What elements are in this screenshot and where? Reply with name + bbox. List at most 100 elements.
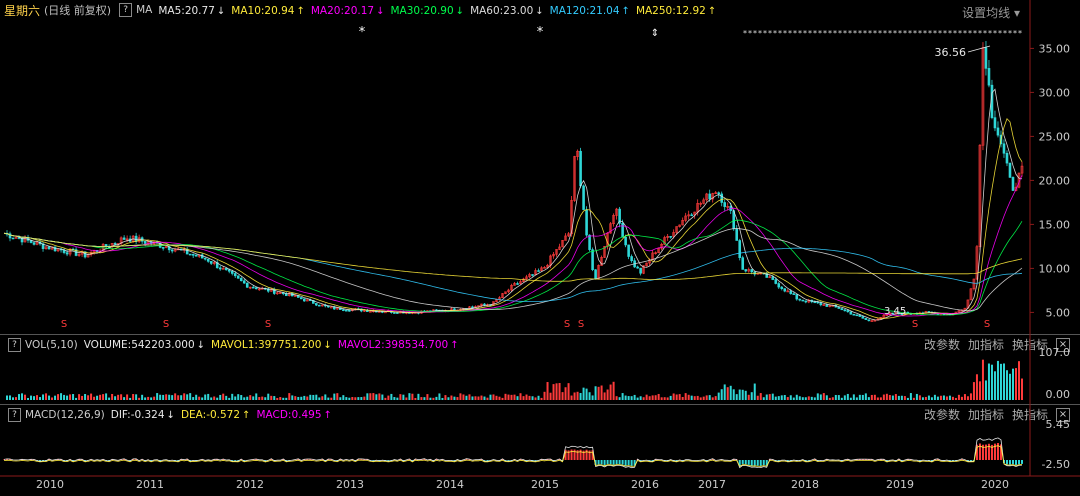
event-marker-strip: * xyxy=(868,29,872,38)
volume-bar xyxy=(723,384,726,400)
volume-bar xyxy=(324,394,327,400)
volume-bar xyxy=(693,396,696,400)
event-marker-strip: * xyxy=(918,29,922,38)
volume-bar xyxy=(369,393,372,400)
date-label-2019: 2019 xyxy=(886,478,914,491)
volume-bar xyxy=(438,393,441,400)
volume-bar xyxy=(891,395,894,400)
event-marker-strip: * xyxy=(873,29,877,38)
volume-bar xyxy=(33,396,36,400)
volume-bar xyxy=(636,397,639,400)
volume-bar xyxy=(105,393,108,400)
volume-bar xyxy=(966,396,969,400)
volume-bar xyxy=(885,393,888,400)
volume-bar xyxy=(738,389,741,400)
volume-bar xyxy=(828,397,831,400)
volume-bar xyxy=(522,396,525,400)
candle-body xyxy=(738,240,742,258)
volume-bar xyxy=(429,397,432,400)
volume-bar xyxy=(57,394,60,400)
ma10-line xyxy=(3,117,1023,319)
event-marker-strip: * xyxy=(833,29,837,38)
min-price-label: 3.45 xyxy=(884,306,906,317)
volume-bar xyxy=(720,389,723,400)
volume-bar xyxy=(414,397,417,400)
macd-bar xyxy=(630,460,633,466)
event-marker-strip: * xyxy=(943,29,947,38)
volume-bar xyxy=(687,394,690,400)
candle-body xyxy=(224,268,228,271)
volume-bar xyxy=(960,396,963,400)
event-marker-strip: * xyxy=(753,29,757,38)
event-marker-strip: * xyxy=(763,29,767,38)
volume-bar xyxy=(657,393,660,400)
volume-bar xyxy=(372,393,375,400)
volume-bar xyxy=(219,394,222,400)
volume-bar xyxy=(732,389,735,400)
volume-bar xyxy=(177,395,180,400)
event-marker-strip: * xyxy=(968,29,972,38)
candle-body xyxy=(218,267,222,270)
candle-body xyxy=(516,283,519,285)
event-marker-strip: * xyxy=(1008,29,1012,38)
volume-bar xyxy=(984,380,987,400)
volume-bar xyxy=(591,395,594,400)
volume-bar xyxy=(735,394,738,400)
volume-bar xyxy=(987,363,990,400)
volume-bar xyxy=(780,395,783,400)
candle-body xyxy=(627,244,630,257)
candle-body xyxy=(333,306,336,310)
volume-bar xyxy=(411,393,414,400)
candle-body xyxy=(777,283,781,288)
event-marker-strip: * xyxy=(1013,29,1017,38)
volume-bar xyxy=(498,396,501,400)
candle-body xyxy=(996,127,1000,136)
event-marker-strip: * xyxy=(903,29,907,38)
volume-bar xyxy=(582,387,585,400)
event-marker-strip: * xyxy=(953,29,957,38)
event-marker-strip: * xyxy=(843,29,847,38)
date-label-2018: 2018 xyxy=(791,478,819,491)
volume-bar xyxy=(93,396,96,400)
candle-body xyxy=(636,266,639,269)
volume-bar xyxy=(819,394,822,400)
candle-body xyxy=(396,312,399,314)
volume-bar xyxy=(726,387,729,400)
macd-bar xyxy=(627,460,630,466)
volume-bar xyxy=(972,382,975,400)
volume-bar xyxy=(768,394,771,400)
signal-s-marker: S xyxy=(265,319,271,330)
volume-bar xyxy=(222,393,225,400)
macd-bar xyxy=(759,460,762,466)
event-marker-strip: * xyxy=(743,29,747,38)
candle-body xyxy=(819,302,823,306)
candle-body xyxy=(188,253,192,256)
volume-bar xyxy=(543,391,546,400)
volume-bar xyxy=(42,394,45,400)
volume-bar xyxy=(813,397,816,400)
candle-body xyxy=(639,267,642,274)
volume-bar xyxy=(678,394,681,400)
volume-bar xyxy=(1017,361,1020,400)
volume-bar xyxy=(471,396,474,400)
candle-body xyxy=(254,287,258,290)
volume-bar xyxy=(897,395,900,400)
macd-bar xyxy=(1005,460,1008,465)
volume-bar xyxy=(138,397,141,400)
volume-bar xyxy=(666,397,669,400)
volume-bar xyxy=(309,394,312,400)
event-marker-strip: * xyxy=(958,29,962,38)
volume-bar xyxy=(873,394,876,400)
event-marker-strip: * xyxy=(758,29,762,38)
event-marker-strip: * xyxy=(913,29,917,38)
signal-s-marker: S xyxy=(984,319,990,330)
candle-body xyxy=(594,269,597,280)
volume-bar xyxy=(48,395,51,400)
event-marker-strip: * xyxy=(793,29,797,38)
volume-bar xyxy=(12,397,15,400)
stock-chart-canvas[interactable]: 35.00 30.00 25.00 20.00 15.00 10.00 5.00 36.56 3… xyxy=(0,0,1080,496)
event-marker-strip: * xyxy=(933,29,937,38)
volume-bar xyxy=(282,397,285,400)
volume-bar xyxy=(27,397,30,400)
volume-bar xyxy=(504,393,507,400)
